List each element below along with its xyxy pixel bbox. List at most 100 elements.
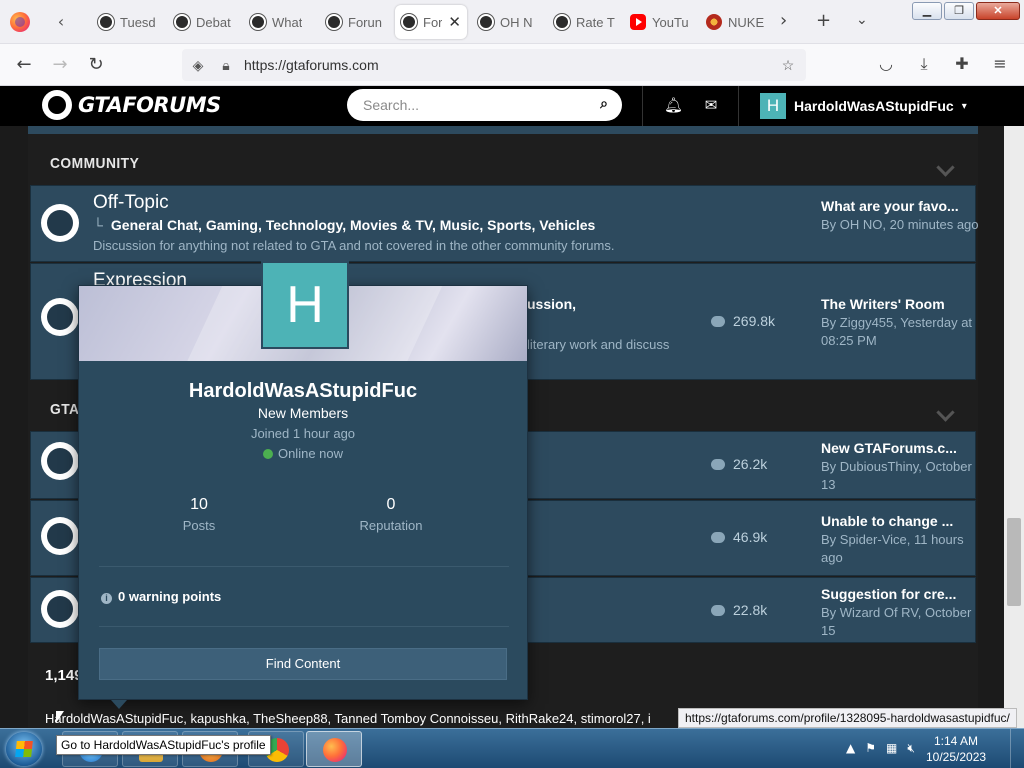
minimize-icon[interactable]: ▁ [912, 2, 942, 20]
network-icon[interactable]: ▦ [886, 741, 897, 756]
lock-icon[interactable]: 🔒︎ [218, 57, 234, 73]
last-post-by: By Spider-Vice, 11 hours ago [821, 532, 964, 565]
firefox-icon [323, 738, 347, 762]
caret-down-icon[interactable]: ▾ [962, 101, 967, 112]
taskbar-clock[interactable]: 1:14 AM 10/25/2023 [926, 733, 986, 765]
last-post: New GTAForums.c... By DubiousThiny, Octo… [821, 440, 981, 494]
post-count-value: 46.9k [733, 529, 768, 545]
address-bar[interactable]: ◈ 🔒︎ https://gtaforums.com ☆ [182, 49, 806, 81]
forum-row[interactable]: Off-Topic └ General Chat, Gaming, Technol… [30, 185, 979, 262]
last-post: The Writers' Room By Ziggy455, Yesterday… [821, 296, 981, 350]
gtaf-icon [250, 14, 266, 30]
taskbar-firefox[interactable] [306, 731, 362, 767]
search-box[interactable]: Search... ⌕ [347, 89, 622, 121]
browser-tab[interactable]: Rate T [548, 5, 620, 39]
firefox-menu-icon[interactable] [10, 12, 30, 32]
new-tab-icon[interactable]: + [816, 10, 831, 31]
list-tabs-icon[interactable]: ⌄ [856, 12, 868, 28]
last-post-title[interactable]: The Writers' Room [821, 296, 981, 312]
collapse-chevron-icon[interactable] [936, 165, 954, 175]
browser-tab[interactable]: OH N [472, 5, 544, 39]
subforum-links[interactable]: General Chat, Gaming, Technology, Movies… [111, 217, 595, 233]
envelope-icon[interactable]: ✉ [702, 96, 720, 114]
url-text[interactable]: https://gtaforums.com [244, 57, 379, 73]
forward-icon[interactable]: → [48, 53, 72, 77]
profile-name[interactable]: HardoldWasAStupidFuc [79, 380, 527, 403]
back-icon[interactable]: ← [12, 53, 36, 77]
row-strip [28, 126, 978, 134]
online-users-heading: 1,149 [45, 667, 83, 684]
comments-icon [711, 459, 725, 470]
start-button[interactable] [6, 732, 42, 766]
reputation-label: Reputation [359, 518, 423, 533]
forum-icon [41, 442, 79, 480]
pocket-icon[interactable]: ◡ [876, 54, 896, 74]
show-desktop-button[interactable] [1010, 729, 1024, 768]
member-group: New Members [257, 405, 349, 421]
restore-icon[interactable]: ❐ [944, 2, 974, 20]
close-tab-icon[interactable]: ✕ [448, 13, 461, 31]
tab-scroll-right-icon[interactable]: › [780, 10, 787, 31]
gtaf-logo-icon [42, 90, 72, 120]
reload-icon[interactable]: ↻ [84, 53, 108, 77]
tab-title: Rate T [576, 14, 615, 30]
search-icon[interactable]: ⌕ [600, 95, 608, 112]
show-hidden-icons-icon[interactable]: ▲ [846, 741, 855, 756]
gtaf-icon [554, 14, 570, 30]
posts-value: 10 [190, 496, 208, 513]
site-logo[interactable]: GTAFORUMS [42, 90, 221, 120]
category-title[interactable]: COMMUNITY [50, 155, 139, 172]
tracking-shield-icon[interactable]: ◈ [190, 57, 206, 73]
window-controls: ▁ ❐ ✕ [912, 2, 1020, 20]
posts-stat: 10 Posts [129, 496, 269, 533]
last-post: Suggestion for cre... By Wizard Of RV, O… [821, 586, 981, 640]
subforum-list[interactable]: ussion, [527, 296, 576, 312]
navigation-toolbar: ← → ↻ ◈ 🔒︎ https://gtaforums.com ☆ ◡ ⤓ ✚… [0, 44, 1024, 86]
username-label[interactable]: HardoldWasAStupidFuc [794, 98, 954, 114]
page-scrollbar[interactable] [1004, 126, 1024, 728]
avatar[interactable]: H [760, 93, 786, 119]
find-content-button[interactable]: Find Content [99, 648, 507, 680]
browser-tab[interactable]: Forun [320, 5, 392, 39]
post-count-value: 269.8k [733, 313, 776, 329]
collapse-chevron-icon[interactable] [936, 410, 954, 420]
forum-title[interactable]: Off-Topic [93, 192, 169, 214]
clock-date: 10/25/2023 [926, 750, 987, 764]
last-post-title[interactable]: Unable to change ... [821, 513, 981, 529]
tab-title: Debat [196, 14, 231, 30]
reputation-value: 0 [386, 496, 396, 513]
logo-text: GTAFORUMS [78, 93, 221, 117]
browser-tab-bar: ‹ Tuesd Debat What Forun For ✕ OH N Rate … [0, 0, 1024, 44]
divider [99, 566, 509, 567]
forum-icon [41, 517, 79, 555]
last-post-title[interactable]: Suggestion for cre... [821, 586, 981, 602]
volume-muted-icon[interactable]: 🔇︎ [907, 741, 915, 756]
search-input[interactable]: Search... [363, 97, 419, 113]
browser-tab[interactable]: What [244, 5, 316, 39]
last-post-title[interactable]: What are your favo... [821, 198, 981, 214]
bell-icon[interactable]: 🔔︎ [664, 96, 683, 114]
gtaf-icon [326, 14, 342, 30]
browser-tab[interactable]: Tuesd [92, 5, 164, 39]
post-count: 46.9k [711, 529, 767, 545]
tab-scroll-left-icon[interactable]: ‹ [50, 10, 72, 34]
browser-tab[interactable]: NUKE [700, 5, 772, 39]
menu-icon[interactable]: ≡ [990, 54, 1010, 74]
profile-avatar[interactable]: H [261, 261, 349, 349]
close-window-icon[interactable]: ✕ [976, 2, 1020, 20]
last-post-by: By OH NO, 20 minutes ago [821, 217, 979, 232]
system-tray: ▲ ⚑ ▦ 🔇︎ [846, 741, 915, 756]
scrollbar-thumb[interactable] [1007, 518, 1021, 606]
bookmark-star-icon[interactable]: ☆ [780, 57, 796, 73]
browser-tab-active[interactable]: For ✕ [395, 5, 467, 39]
last-post-title[interactable]: New GTAForums.c... [821, 440, 981, 456]
downloads-icon[interactable]: ⤓ [914, 54, 934, 74]
online-users-list[interactable]: HardoldWasAStupidFuc, kapushka, TheSheep… [45, 711, 651, 726]
gtaf-icon [174, 14, 190, 30]
posts-label: Posts [182, 518, 216, 533]
browser-tab[interactable]: YouTu [624, 5, 696, 39]
user-menu[interactable]: H HardoldWasAStupidFuc ▾ [760, 93, 967, 119]
extensions-icon[interactable]: ✚ [952, 54, 972, 74]
action-center-icon[interactable]: ⚑ [865, 741, 876, 756]
browser-tab[interactable]: Debat [168, 5, 240, 39]
